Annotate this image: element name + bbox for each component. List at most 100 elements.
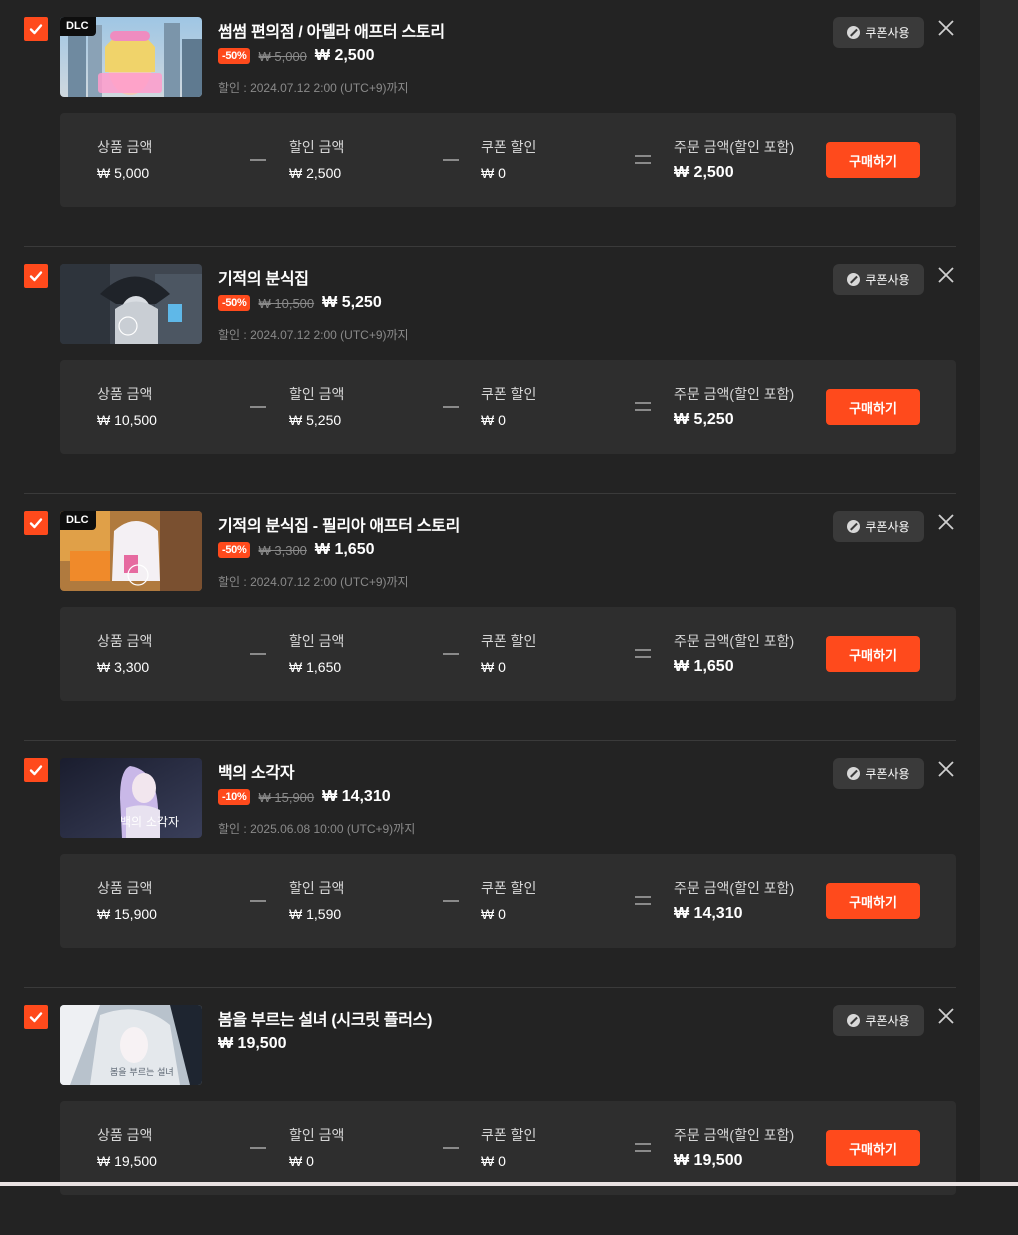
buy-button[interactable]: 구매하기 bbox=[826, 142, 920, 178]
coupon-button-label: 쿠폰사용 bbox=[865, 273, 910, 287]
scrollbar-track[interactable] bbox=[980, 0, 1018, 1186]
discount-amount-label: 할인 금액 bbox=[289, 386, 345, 402]
buy-button[interactable]: 구매하기 bbox=[826, 389, 920, 425]
discount-badge: -10% bbox=[218, 789, 251, 805]
product-price-label: 상품 금액 bbox=[97, 1127, 153, 1143]
discount-badge: -50% bbox=[218, 542, 251, 558]
discount-amount-label: 할인 금액 bbox=[289, 139, 345, 155]
product-title[interactable]: 기적의 분식집 bbox=[218, 265, 309, 289]
product-title[interactable]: 백의 소각자 bbox=[218, 759, 295, 783]
original-price: ₩ 15,900 bbox=[258, 789, 315, 805]
product-thumbnail[interactable]: 봄을 부르는 설녀 bbox=[60, 1005, 202, 1085]
close-icon[interactable] bbox=[936, 1006, 956, 1026]
price-row: -50% ₩ 10,500 ₩ 5,250 bbox=[218, 294, 382, 312]
price-summary: 상품 금액 ₩ 15,900 할인 금액 ₩ 1,590 쿠폰 할인 ₩ 0 주… bbox=[60, 854, 956, 948]
coupon-button-label: 쿠폰사용 bbox=[865, 26, 910, 40]
order-total-label: 주문 금액(할인 포함) bbox=[674, 633, 795, 649]
item-checkbox[interactable] bbox=[24, 1005, 48, 1029]
check-icon bbox=[29, 1012, 43, 1023]
buy-button[interactable]: 구매하기 bbox=[826, 636, 920, 672]
product-thumbnail[interactable]: DLC bbox=[60, 17, 202, 97]
product-thumbnail[interactable]: DLC bbox=[60, 511, 202, 591]
coupon-button[interactable]: 쿠폰사용 bbox=[833, 264, 924, 295]
close-icon[interactable] bbox=[936, 512, 956, 532]
close-icon[interactable] bbox=[936, 18, 956, 38]
equals-icon bbox=[635, 896, 651, 905]
discount-amount-value: ₩ 2,500 bbox=[289, 165, 342, 181]
coupon-button[interactable]: 쿠폰사용 bbox=[833, 1005, 924, 1036]
sale-price: ₩ 2,500 bbox=[314, 47, 375, 64]
product-thumbnail[interactable] bbox=[60, 264, 202, 344]
coupon-discount-label: 쿠폰 할인 bbox=[481, 386, 537, 402]
price-summary: 상품 금액 ₩ 10,500 할인 금액 ₩ 5,250 쿠폰 할인 ₩ 0 주… bbox=[60, 360, 956, 454]
coupon-discount-value: ₩ 0 bbox=[481, 165, 506, 181]
close-icon[interactable] bbox=[936, 759, 956, 779]
price-summary: 상품 금액 ₩ 5,000 할인 금액 ₩ 2,500 쿠폰 할인 ₩ 0 주문… bbox=[60, 113, 956, 207]
product-thumbnail[interactable]: 백의 소각자 bbox=[60, 758, 202, 838]
minus-icon bbox=[443, 653, 459, 655]
coupon-icon bbox=[847, 1014, 861, 1027]
discount-amount-label: 할인 금액 bbox=[289, 1127, 345, 1143]
product-price-label: 상품 금액 bbox=[97, 139, 153, 155]
coupon-icon bbox=[847, 767, 861, 780]
product-price-value: ₩ 5,000 bbox=[97, 165, 150, 181]
coupon-button[interactable]: 쿠폰사용 bbox=[833, 511, 924, 542]
coupon-discount-value: ₩ 0 bbox=[481, 412, 506, 428]
price-summary: 상품 금액 ₩ 19,500 할인 금액 ₩ 0 쿠폰 할인 ₩ 0 주문 금액… bbox=[60, 1101, 956, 1195]
minus-icon bbox=[443, 900, 459, 902]
buy-button[interactable]: 구매하기 bbox=[826, 883, 920, 919]
order-total-value: ₩ 5,250 bbox=[674, 411, 734, 428]
cart-item: 기적의 분식집 -50% ₩ 10,500 ₩ 5,250 할인 : 2024.… bbox=[0, 247, 980, 494]
discount-amount-value: ₩ 1,590 bbox=[289, 906, 342, 922]
product-price-value: ₩ 19,500 bbox=[97, 1153, 157, 1169]
item-checkbox[interactable] bbox=[24, 511, 48, 535]
coupon-discount-value: ₩ 0 bbox=[481, 1153, 506, 1169]
thumbnail-text: 봄을 부르는 설녀 bbox=[110, 1067, 174, 1078]
order-total-value: ₩ 1,650 bbox=[674, 658, 734, 675]
item-checkbox[interactable] bbox=[24, 758, 48, 782]
coupon-button-label: 쿠폰사용 bbox=[865, 767, 910, 781]
coupon-discount-label: 쿠폰 할인 bbox=[481, 633, 537, 649]
equals-icon bbox=[635, 649, 651, 658]
coupon-button-label: 쿠폰사용 bbox=[865, 1014, 910, 1028]
check-icon bbox=[29, 24, 43, 35]
equals-icon bbox=[635, 155, 651, 164]
minus-icon bbox=[443, 159, 459, 161]
minus-icon bbox=[443, 406, 459, 408]
dlc-badge: DLC bbox=[60, 511, 96, 530]
equals-icon bbox=[635, 1143, 651, 1152]
minus-icon bbox=[443, 1147, 459, 1149]
product-title[interactable]: 봄을 부르는 설녀 (시크릿 플러스) bbox=[218, 1006, 432, 1030]
order-total-label: 주문 금액(할인 포함) bbox=[674, 139, 795, 155]
coupon-discount-label: 쿠폰 할인 bbox=[481, 139, 537, 155]
product-title[interactable]: 썸썸 편의점 / 아델라 애프터 스토리 bbox=[218, 18, 445, 42]
discount-amount-value: ₩ 1,650 bbox=[289, 659, 342, 675]
cart-list: DLC 썸썸 편의점 / 아델라 애프터 스토리 -50% ₩ 5,000 ₩ … bbox=[0, 0, 980, 1235]
buy-button[interactable]: 구매하기 bbox=[826, 1130, 920, 1166]
product-price-label: 상품 금액 bbox=[97, 633, 153, 649]
discount-until: 할인 : 2024.07.12 2:00 (UTC+9)까지 bbox=[218, 81, 409, 95]
minus-icon bbox=[250, 900, 266, 902]
minus-icon bbox=[250, 1147, 266, 1149]
product-price-value: ₩ 3,300 bbox=[97, 659, 150, 675]
coupon-button[interactable]: 쿠폰사용 bbox=[833, 17, 924, 48]
minus-icon bbox=[250, 159, 266, 161]
minus-icon bbox=[250, 653, 266, 655]
price-row: -50% ₩ 5,000 ₩ 2,500 bbox=[218, 47, 375, 65]
coupon-discount-label: 쿠폰 할인 bbox=[481, 880, 537, 896]
discount-until: 할인 : 2024.07.12 2:00 (UTC+9)까지 bbox=[218, 328, 409, 342]
item-checkbox[interactable] bbox=[24, 264, 48, 288]
cart-item: DLC 기적의 분식집 - 필리아 애프터 스토리 -50% ₩ 3,300 ₩… bbox=[0, 494, 980, 741]
coupon-discount-value: ₩ 0 bbox=[481, 659, 506, 675]
discount-badge: -50% bbox=[218, 48, 251, 64]
close-icon[interactable] bbox=[936, 265, 956, 285]
order-total-value: ₩ 19,500 bbox=[674, 1152, 743, 1169]
coupon-button[interactable]: 쿠폰사용 bbox=[833, 758, 924, 789]
price-summary: 상품 금액 ₩ 3,300 할인 금액 ₩ 1,650 쿠폰 할인 ₩ 0 주문… bbox=[60, 607, 956, 701]
coupon-discount-label: 쿠폰 할인 bbox=[481, 1127, 537, 1143]
check-icon bbox=[29, 765, 43, 776]
original-price: ₩ 10,500 bbox=[258, 295, 315, 311]
product-title[interactable]: 기적의 분식집 - 필리아 애프터 스토리 bbox=[218, 512, 460, 536]
item-checkbox[interactable] bbox=[24, 17, 48, 41]
coupon-icon bbox=[847, 273, 861, 286]
